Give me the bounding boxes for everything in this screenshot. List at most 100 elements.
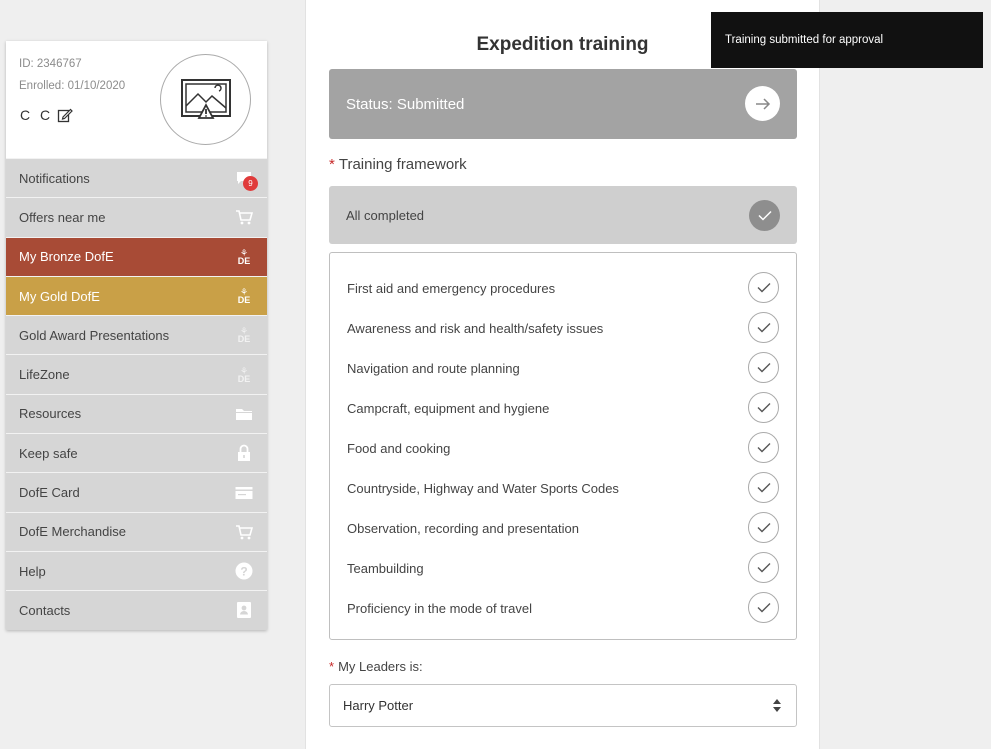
framework-item-label: Navigation and route planning [347, 360, 520, 376]
list-item: Proficiency in the mode of travel [330, 588, 796, 628]
sidebar-item-label: Contacts [19, 602, 71, 618]
sidebar-item-label: Offers near me [19, 209, 106, 225]
training-framework-label-text: Training framework [338, 156, 467, 173]
list-item: Observation, recording and presentation [330, 508, 796, 548]
framework-item-check[interactable] [748, 472, 779, 503]
dofe-mark-text: DE [237, 255, 251, 266]
check-icon [757, 603, 770, 613]
all-completed-check[interactable] [749, 200, 780, 231]
framework-item-check[interactable] [748, 432, 779, 463]
avatar[interactable] [160, 54, 251, 145]
arrow-right-icon [755, 97, 770, 110]
status-text: Status: Submitted [346, 95, 465, 113]
check-icon [757, 523, 770, 533]
dofe-logo-icon: ⚘ DE [237, 247, 251, 266]
cart-icon [234, 207, 254, 227]
sidebar-item-lifezone[interactable]: LifeZone ⚘ DE [6, 354, 267, 394]
framework-item-label: Food and cooking [347, 440, 451, 456]
toast-message: Training submitted for approval [725, 34, 884, 46]
dofe-mark-text: DE [237, 295, 251, 306]
profile-card: ID: 2346767 Enrolled: 01/10/2020 C C [6, 41, 267, 158]
list-item: Food and cooking [330, 428, 796, 468]
sidebar-item-dofe-card[interactable]: DofE Card [6, 472, 267, 512]
sidebar-item-label: DofE Card [19, 485, 80, 501]
sidebar-item-label: Notifications [19, 170, 90, 186]
profile-meta: ID: 2346767 Enrolled: 01/10/2020 [19, 53, 125, 97]
framework-item-check[interactable] [748, 592, 779, 623]
check-icon [757, 563, 770, 573]
sidebar-item-label: DofE Merchandise [19, 524, 126, 540]
leader-select-value: Harry Potter [343, 698, 414, 713]
profile-id: ID: 2346767 [19, 58, 82, 70]
sidebar-item-label: Resources [19, 406, 82, 422]
check-icon [757, 283, 770, 293]
required-mark: * [329, 659, 335, 674]
framework-item-check[interactable] [748, 552, 779, 583]
edit-icon[interactable] [57, 107, 73, 123]
sidebar-item-help[interactable]: Help ? [6, 550, 267, 591]
sidebar-item-notifications[interactable]: Notifications 9 [6, 158, 267, 198]
status-arrow-button[interactable] [745, 86, 780, 121]
list-item: Teambuilding [330, 548, 796, 588]
check-icon [757, 483, 770, 493]
status-banner: Status: Submitted [329, 69, 797, 139]
sidebar-item-my-gold-dofe[interactable]: My Gold DofE ⚘ DE [6, 275, 267, 316]
check-icon [757, 363, 770, 373]
check-icon [757, 323, 770, 333]
all-completed-label: All completed [346, 207, 425, 223]
list-item: Campcraft, equipment and hygiene [330, 388, 796, 428]
framework-item-label: Proficiency in the mode of travel [347, 600, 532, 616]
check-icon [757, 443, 770, 453]
framework-item-check[interactable] [748, 272, 779, 303]
check-icon [757, 210, 772, 221]
help-icon: ? [234, 561, 254, 581]
profile-name-row: C C [20, 107, 73, 123]
sidebar-item-contacts[interactable]: Contacts [6, 590, 267, 630]
card-icon [234, 483, 254, 503]
leaders-label-text: My Leaders is: [338, 659, 423, 674]
list-item: Awareness and risk and health/safety iss… [330, 308, 796, 348]
broken-image-icon [180, 78, 231, 119]
notification-badge: 9 [243, 176, 258, 191]
framework-item-label: First aid and emergency procedures [347, 280, 556, 296]
all-completed-row[interactable]: All completed [329, 186, 797, 244]
leaders-label: * My Leaders is: [329, 659, 423, 674]
leader-select[interactable]: Harry Potter [329, 684, 797, 727]
framework-item-label: Campcraft, equipment and hygiene [347, 400, 550, 416]
framework-item-label: Awareness and risk and health/safety iss… [347, 320, 604, 336]
sidebar-item-label: Help [19, 563, 46, 579]
dofe-logo-icon: ⚘ DE [237, 287, 251, 306]
toast-notification: Training submitted for approval [711, 12, 983, 68]
framework-item-label: Countryside, Highway and Water Sports Co… [347, 480, 619, 496]
dofe-logo-icon: ⚘ DE [237, 365, 251, 384]
sidebar-item-my-bronze-dofe[interactable]: My Bronze DofE ⚘ DE [6, 236, 267, 276]
check-icon [757, 403, 770, 413]
dofe-mark-text: DE [237, 334, 251, 345]
dofe-mark-text: DE [237, 373, 251, 384]
framework-item-label: Observation, recording and presentation [347, 520, 579, 536]
framework-item-label: Teambuilding [347, 560, 424, 576]
framework-item-check[interactable] [748, 312, 779, 343]
dofe-logo-icon: ⚘ DE [237, 326, 251, 345]
list-item: Navigation and route planning [330, 348, 796, 388]
required-mark: * [329, 156, 335, 173]
framework-item-check[interactable] [748, 352, 779, 383]
sidebar-item-keep-safe[interactable]: Keep safe [6, 433, 267, 473]
folder-icon [234, 404, 254, 424]
sidebar: ID: 2346767 Enrolled: 01/10/2020 C C Not… [6, 41, 267, 630]
sidebar-item-label: Gold Award Presentations [19, 327, 170, 343]
cart-icon [234, 522, 254, 542]
framework-list: First aid and emergency procedures Aware… [329, 252, 797, 640]
contacts-icon [234, 600, 254, 620]
sidebar-item-resources[interactable]: Resources [6, 393, 267, 434]
framework-item-check[interactable] [748, 512, 779, 543]
sidebar-item-offers-near-me[interactable]: Offers near me [6, 197, 267, 237]
profile-enrolled: Enrolled: 01/10/2020 [19, 80, 126, 92]
main-panel: Expedition training Status: Submitted * T… [305, 0, 820, 749]
sidebar-item-gold-award-presentations[interactable]: Gold Award Presentations ⚘ DE [6, 315, 267, 355]
framework-item-check[interactable] [748, 392, 779, 423]
sidebar-item-dofe-merchandise[interactable]: DofE Merchandise [6, 511, 267, 551]
sidebar-item-label: Keep safe [19, 445, 78, 461]
sort-caret-icon [773, 699, 781, 712]
profile-name: C C [20, 107, 54, 123]
